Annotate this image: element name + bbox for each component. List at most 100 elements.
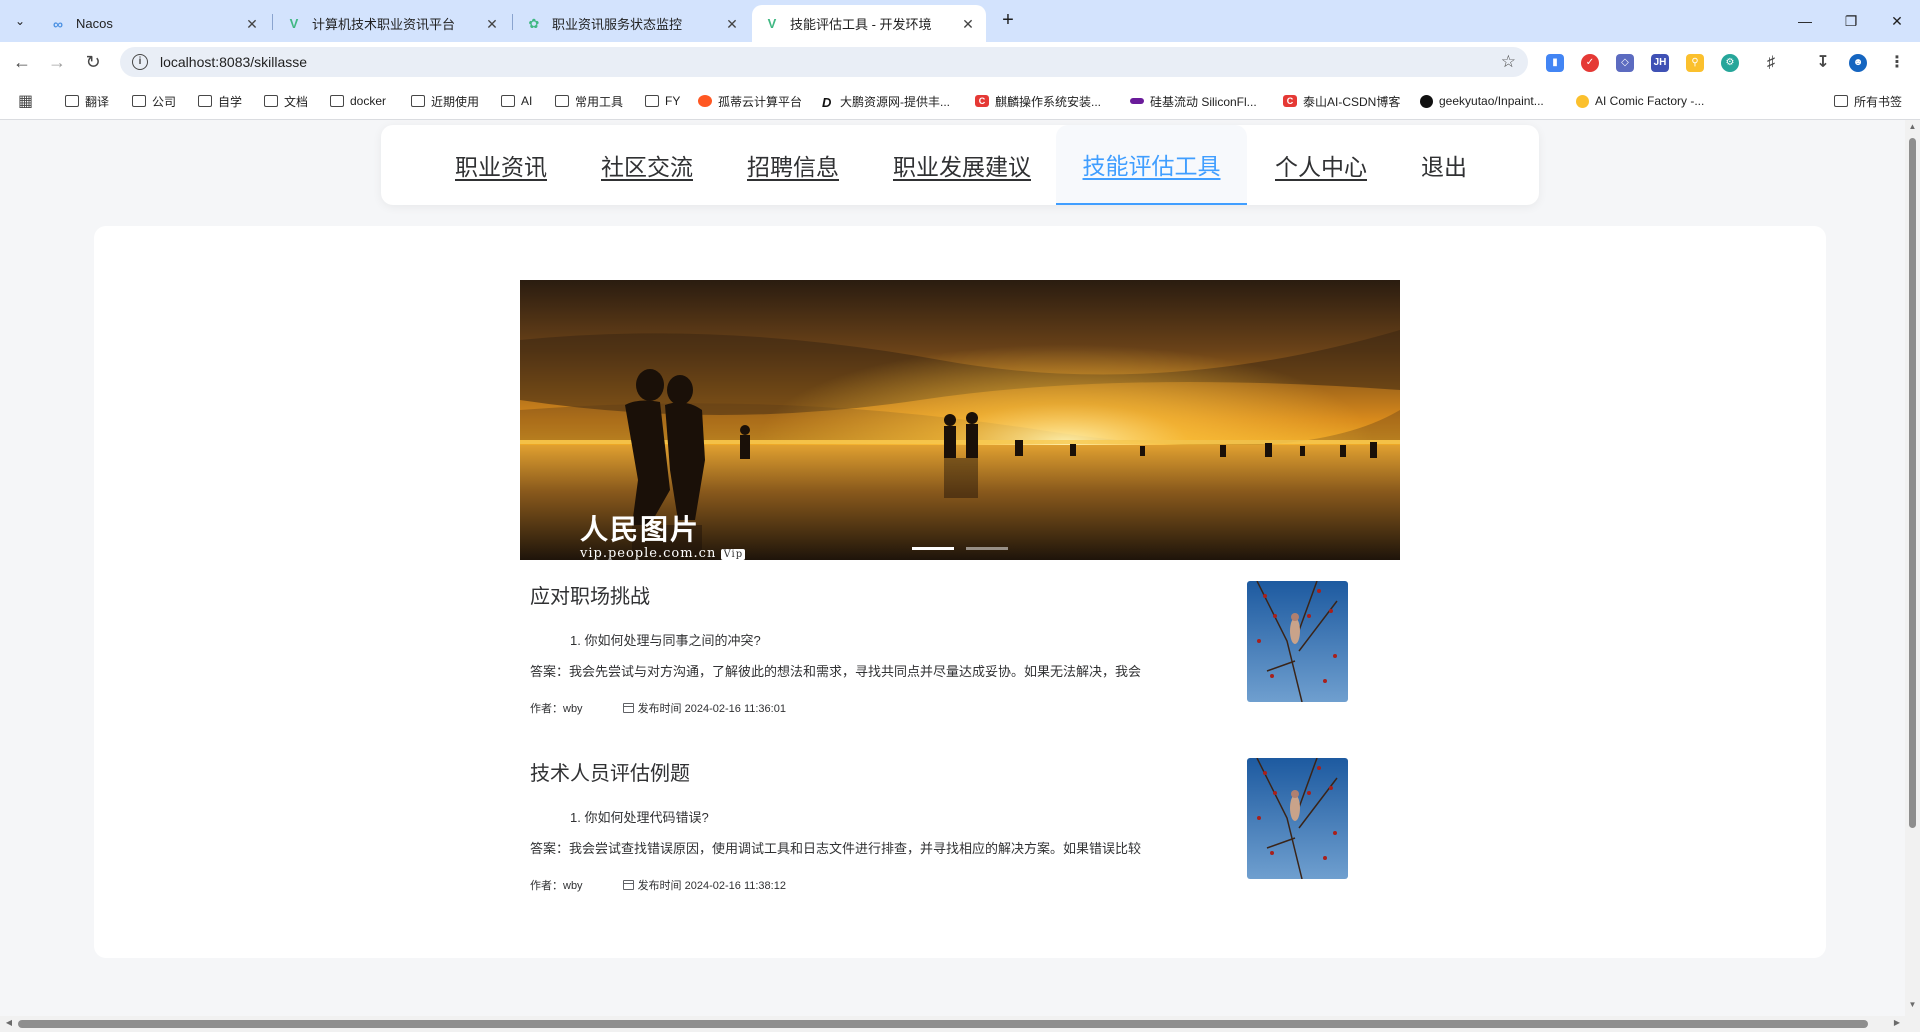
tab-label: 技能评估工具 - 开发环境 (790, 17, 932, 32)
folder-icon (330, 95, 344, 107)
page-viewport: 职业资讯 社区交流 招聘信息 职业发展建议 技能评估工具 个人中心 退出 人民图… (0, 120, 1905, 1016)
article-title[interactable]: 技术人员评估例题 (530, 757, 1305, 785)
carousel-dot[interactable] (912, 547, 954, 550)
puzzle-extension-icon[interactable]: ◇ (1616, 54, 1634, 72)
all-bookmarks[interactable]: 所有书签 (1834, 92, 1902, 110)
back-icon[interactable]: ← (10, 50, 34, 74)
tab-divider (512, 14, 513, 30)
jh-extension-icon[interactable]: JH (1651, 54, 1669, 72)
site-nav: 职业资讯 社区交流 招聘信息 职业发展建议 技能评估工具 个人中心 退出 (381, 125, 1539, 205)
nav-personal-center[interactable]: 个人中心 (1255, 125, 1387, 205)
new-tab-button[interactable]: + (995, 8, 1021, 34)
bookmark-link[interactable]: C 麒麟操作系统安装... (975, 92, 1101, 110)
close-icon[interactable]: ✕ (724, 16, 740, 32)
browser-toolbar: ← → ↻ i localhost:8083/skillasse ☆ ▮ ✓ ◇… (0, 42, 1920, 82)
watermark-logo: 人民图片 vip.people.com.cn Vip (580, 513, 746, 560)
tab-skill-assessment[interactable]: V 技能评估工具 - 开发环境 ✕ (752, 5, 986, 42)
tab-platform[interactable]: V 计算机技术职业资讯平台 ✕ (274, 5, 510, 42)
nav-career-news[interactable]: 职业资讯 (435, 125, 567, 205)
horizontal-scrollbar[interactable]: ◀ ▶ (0, 1016, 1920, 1032)
bookmark-link[interactable]: 硅基流动 SiliconFl... (1130, 92, 1257, 110)
bookmark-link[interactable]: C 泰山AI-CSDN博客 (1283, 92, 1400, 110)
tab-monitor[interactable]: ✿ 职业资讯服务状态监控 ✕ (514, 5, 750, 42)
nav-recruitment[interactable]: 招聘信息 (727, 125, 859, 205)
csdn-c-icon: C (975, 95, 989, 107)
folder-icon (411, 95, 425, 107)
bookmark-folder[interactable]: FY (645, 92, 680, 110)
article-thumbnail[interactable] (1247, 758, 1348, 879)
restore-icon[interactable]: ❐ (1828, 0, 1874, 42)
article-meta: 作者：wby 发布时间 2024-02-16 11:36:01 (530, 700, 1305, 716)
address-url[interactable]: localhost:8083/skillasse (160, 54, 307, 70)
extensions-icon[interactable]: ♯ (1762, 54, 1780, 72)
nav-community[interactable]: 社区交流 (581, 125, 713, 205)
tab-divider (272, 14, 273, 30)
window-close-icon[interactable]: ✕ (1874, 0, 1920, 42)
vue-logo-icon: V (767, 16, 777, 31)
nav-career-advice[interactable]: 职业发展建议 (873, 125, 1051, 205)
silicon-flow-icon (1130, 98, 1144, 104)
tab-strip: ⌄ ∞ Nacos ✕ V 计算机技术职业资讯平台 ✕ ✿ 职业资讯服务状态监控… (0, 0, 1920, 42)
reload-icon[interactable]: ↻ (81, 50, 105, 74)
scroll-up-icon[interactable]: ▲ (1905, 122, 1920, 136)
address-bar[interactable]: i localhost:8083/skillasse ☆ (120, 47, 1528, 77)
scroll-down-icon[interactable]: ▼ (1905, 1000, 1920, 1014)
tab-nacos[interactable]: ∞ Nacos ✕ (38, 5, 270, 42)
bookmark-link[interactable]: 孤蒂云计算平台 (698, 92, 802, 110)
spiral-icon (698, 95, 712, 107)
bookmark-folder[interactable]: 常用工具 (555, 92, 623, 110)
bookmark-link[interactable]: geekyutao/Inpaint... (1420, 92, 1544, 110)
carousel-dot[interactable] (966, 547, 1008, 550)
analytics-extension-icon[interactable]: ▮ (1546, 54, 1564, 72)
bookmark-folder[interactable]: 自学 (198, 92, 242, 110)
bookmark-folder[interactable]: 翻译 (65, 92, 109, 110)
scrollbar-thumb[interactable] (18, 1020, 1868, 1028)
bookmark-folder[interactable]: 公司 (132, 92, 176, 110)
menu-kebab-icon[interactable]: ⋮ (1888, 54, 1906, 72)
article-meta: 作者：wby 发布时间 2024-02-16 11:38:12 (530, 877, 1305, 893)
site-info-icon[interactable]: i (132, 54, 148, 70)
calendar-icon (622, 703, 634, 713)
nav-skill-assessment[interactable]: 技能评估工具 (1056, 125, 1247, 205)
folder-icon (645, 95, 659, 107)
folder-icon (555, 95, 569, 107)
close-icon[interactable]: ✕ (960, 16, 976, 32)
bookmark-folder[interactable]: 文档 (264, 92, 308, 110)
download-icon[interactable]: ↧ (1814, 54, 1832, 72)
apps-grid-icon[interactable]: ▦ (18, 92, 33, 110)
bookmark-folder[interactable]: AI (501, 92, 532, 110)
bookmark-link[interactable]: AI Comic Factory -... (1576, 92, 1704, 110)
bookmark-star-icon[interactable]: ☆ (1501, 52, 1516, 72)
main-card: 人民图片 vip.people.com.cn Vip 应对职场挑战 1. 你如何… (94, 226, 1826, 958)
key-extension-icon[interactable]: ⚲ (1686, 54, 1704, 72)
banner-carousel[interactable]: 人民图片 vip.people.com.cn Vip (520, 280, 1400, 560)
tab-label: Nacos (76, 16, 113, 31)
scroll-left-icon[interactable]: ◀ (2, 1018, 16, 1030)
close-icon[interactable]: ✕ (484, 16, 500, 32)
article-author: 作者：wby (530, 880, 583, 892)
bookmark-folder[interactable]: 近期使用 (411, 92, 479, 110)
article-item[interactable]: 技术人员评估例题 1. 你如何处理代码错误? 答案：我会尝试查找错误原因，使用调… (530, 757, 1305, 893)
tab-label: 职业资讯服务状态监控 (552, 17, 683, 32)
article-thumbnail[interactable] (1247, 581, 1348, 702)
folder-icon (132, 95, 146, 107)
shield-extension-icon[interactable]: ✓ (1581, 54, 1599, 72)
minimize-icon[interactable]: — (1782, 0, 1828, 42)
bookmark-link[interactable]: D 大鹏资源网-提供丰... (822, 92, 950, 111)
scrollbar-thumb[interactable] (1909, 138, 1916, 828)
bird-on-branch-image (1247, 758, 1348, 879)
scroll-right-icon[interactable]: ▶ (1890, 1018, 1904, 1030)
close-icon[interactable]: ✕ (244, 16, 260, 32)
folder-icon (264, 95, 278, 107)
bookmarks-bar: ▦ 翻译 公司 自学 文档 docker 近期使用 AI 常用工具 FY 孤蒂云… (0, 82, 1920, 120)
bookmark-folder[interactable]: docker (330, 92, 386, 110)
tab-search-icon[interactable]: ⌄ (8, 9, 32, 33)
calendar-icon (622, 880, 634, 890)
profile-avatar[interactable]: ☻ (1849, 54, 1867, 72)
nav-logout[interactable]: 退出 (1401, 125, 1487, 205)
chatgpt-extension-icon[interactable]: ⚙ (1721, 54, 1739, 72)
article-title[interactable]: 应对职场挑战 (530, 580, 1305, 608)
vertical-scrollbar[interactable]: ▲ ▼ (1905, 120, 1920, 1016)
forward-icon[interactable]: → (45, 50, 69, 74)
article-item[interactable]: 应对职场挑战 1. 你如何处理与同事之间的冲突? 答案：我会先尝试与对方沟通，了… (530, 580, 1305, 716)
